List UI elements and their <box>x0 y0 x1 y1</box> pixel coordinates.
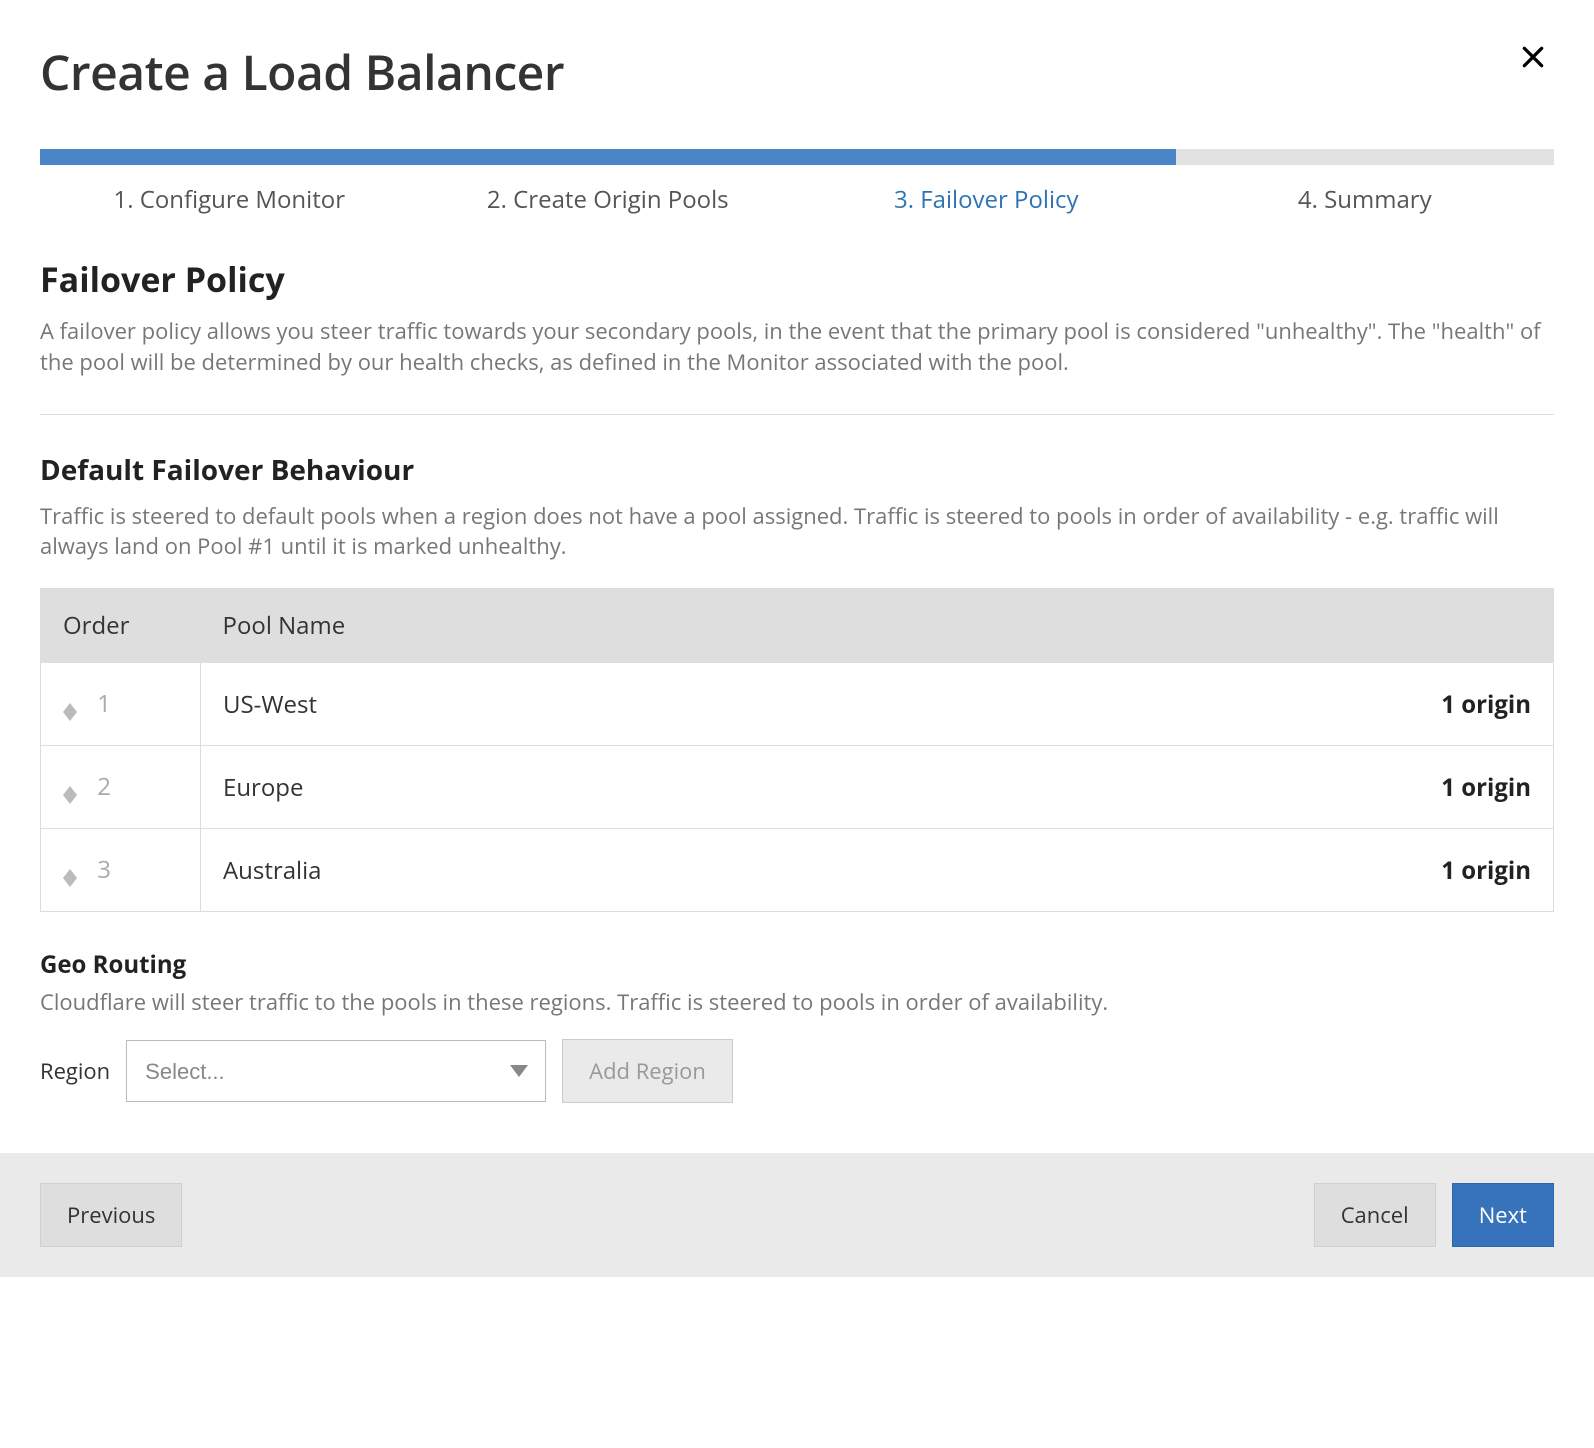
order-number: 3 <box>97 853 111 886</box>
step-summary[interactable]: 4. Summary <box>1176 183 1555 216</box>
previous-button[interactable]: Previous <box>40 1183 182 1247</box>
origin-count: 1 origin <box>1441 854 1531 887</box>
pool-name: US-West <box>223 688 317 721</box>
reorder-handle-icon[interactable] <box>63 703 77 721</box>
next-button[interactable]: Next <box>1452 1183 1554 1247</box>
reorder-handle-icon[interactable] <box>63 786 77 804</box>
order-number: 2 <box>97 770 111 803</box>
table-row: 1 US-West 1 origin <box>41 663 1554 746</box>
default-behaviour-section: Default Failover Behaviour Traffic is st… <box>40 451 1554 1104</box>
progress-bar-fill <box>40 149 1176 165</box>
origin-count: 1 origin <box>1441 771 1531 804</box>
create-lb-modal: Create a Load Balancer 1. Configure Moni… <box>0 0 1594 1277</box>
divider <box>40 414 1554 415</box>
default-behaviour-title: Default Failover Behaviour <box>40 451 1554 489</box>
step-failover-policy[interactable]: 3. Failover Policy <box>797 183 1176 216</box>
reorder-handle-icon[interactable] <box>63 869 77 887</box>
order-number: 1 <box>97 687 111 720</box>
close-icon[interactable] <box>1512 40 1554 78</box>
col-header-order: Order <box>41 589 201 663</box>
modal-header: Create a Load Balancer <box>40 40 1554 105</box>
region-row: Region Select... Add Region <box>40 1039 1554 1103</box>
origin-count: 1 origin <box>1441 688 1531 721</box>
add-region-button[interactable]: Add Region <box>562 1039 733 1103</box>
pool-table: Order Pool Name 1 US-West 1 origi <box>40 588 1554 912</box>
modal-title: Create a Load Balancer <box>40 40 564 105</box>
failover-description: A failover policy allows you steer traff… <box>40 316 1554 378</box>
pool-name: Australia <box>223 854 321 887</box>
pool-name: Europe <box>223 771 303 804</box>
wizard-steps: 1. Configure Monitor 2. Create Origin Po… <box>40 183 1554 216</box>
region-label: Region <box>40 1056 110 1086</box>
step-configure-monitor[interactable]: 1. Configure Monitor <box>40 183 419 216</box>
default-behaviour-description: Traffic is steered to default pools when… <box>40 501 1554 563</box>
failover-section: Failover Policy A failover policy allows… <box>40 256 1554 378</box>
geo-routing-description: Cloudflare will steer traffic to the poo… <box>40 987 1554 1017</box>
col-header-pool-name: Pool Name <box>201 589 1554 663</box>
region-select-wrapper: Select... <box>126 1040 546 1102</box>
modal-footer: Previous Cancel Next <box>0 1153 1594 1277</box>
region-select[interactable]: Select... <box>126 1040 546 1102</box>
table-row: 3 Australia 1 origin <box>41 829 1554 912</box>
progress-bar <box>40 149 1554 165</box>
step-create-origin-pools[interactable]: 2. Create Origin Pools <box>419 183 798 216</box>
failover-title: Failover Policy <box>40 256 1554 302</box>
table-row: 2 Europe 1 origin <box>41 746 1554 829</box>
geo-routing-title: Geo Routing <box>40 948 1554 981</box>
cancel-button[interactable]: Cancel <box>1314 1183 1436 1247</box>
